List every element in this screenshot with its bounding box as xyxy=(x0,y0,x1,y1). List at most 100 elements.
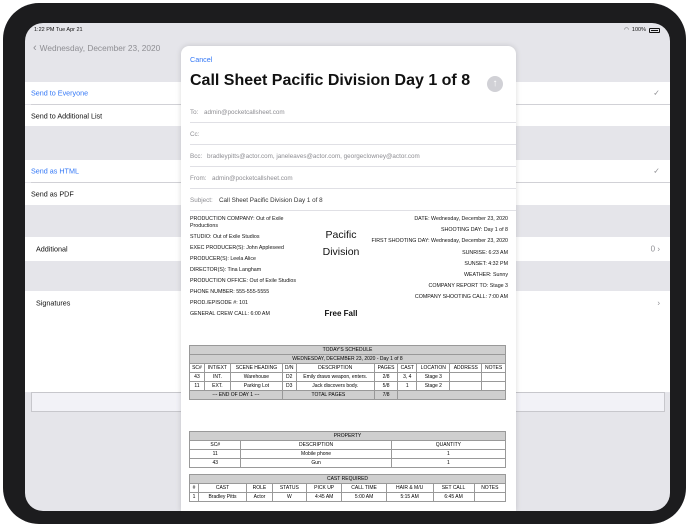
cell: Jack discovers body. xyxy=(295,381,375,391)
subject-field[interactable]: Subject: Call Sheet Pacific Division Day… xyxy=(190,189,516,211)
checkmark-icon: ✓ xyxy=(653,166,660,176)
cell: D3 xyxy=(281,381,297,391)
screen: 1:22 PM Tue Apr 21 ◠ 100% ‹ Wednesday, D… xyxy=(25,23,670,511)
battery-percent: 100% xyxy=(631,27,646,33)
col-header: SC# xyxy=(189,363,205,373)
cast-title: CAST REQUIRED xyxy=(189,474,506,484)
table-row: 11 Mobile phone 1 xyxy=(188,449,507,459)
schedule-title: TODAY'S SCHEDULE xyxy=(189,345,506,355)
bcc-value: bradleypitts@actor.com, janeleaves@actor… xyxy=(207,153,420,160)
send-as-pdf-label: Send as PDF xyxy=(31,189,74,199)
subject-value: Call Sheet Pacific Division Day 1 of 8 xyxy=(219,197,323,204)
col-header: DESCRIPTION xyxy=(240,440,392,450)
status-right: ◠ 100% xyxy=(624,27,660,33)
col-header: SCENE HEADING xyxy=(229,363,283,373)
info-line: WEATHER: Sunny xyxy=(463,271,508,278)
cc-field[interactable]: Cc: xyxy=(190,123,516,145)
table-header: SC# INT/EXT SCENE HEADING D/N DESCRIPTIO… xyxy=(189,363,506,373)
table-header: # CAST ROLE STATUS PICK UP CALL TIME HAI… xyxy=(189,483,507,493)
compose-title: Call Sheet Pacific Division Day 1 of 8 xyxy=(190,72,471,89)
info-line: GENERAL CREW CALL: 6:00 AM xyxy=(190,310,270,317)
col-header: SC# xyxy=(188,440,242,450)
cell: 43 xyxy=(189,372,205,382)
cell: Gun xyxy=(240,458,392,468)
info-line: FIRST SHOOTING DAY: Wednesday, December … xyxy=(371,238,509,245)
cc-label: Cc: xyxy=(190,131,200,138)
cell: W xyxy=(271,492,307,502)
subject-label: Subject: xyxy=(190,197,213,204)
send-as-html-label: Send as HTML xyxy=(31,166,79,176)
arrow-up-icon: ↑ xyxy=(492,78,498,89)
chevron-right-icon: › xyxy=(657,244,660,254)
cell: Actor xyxy=(246,492,273,502)
cell: 5/8 xyxy=(373,381,399,391)
from-label: From: xyxy=(190,175,207,182)
battery-icon xyxy=(649,27,660,33)
cell xyxy=(481,381,506,391)
call-sheet-title: Pacific Division xyxy=(310,227,372,261)
send-button[interactable]: ↑ xyxy=(487,76,503,92)
cancel-button[interactable]: Cancel xyxy=(190,55,212,64)
cell: 5:00 AM xyxy=(341,492,387,502)
col-header: INT/EXT xyxy=(203,363,231,373)
cell xyxy=(449,372,483,382)
cell: 6:45 AM xyxy=(432,492,475,502)
info-line: PRODUCTION OFFICE: Out of Exile Studios xyxy=(190,277,296,284)
col-header: SET CALL xyxy=(432,483,475,493)
from-field[interactable]: From: admin@pocketcallsheet.com xyxy=(190,167,516,189)
cell: Parking Lot xyxy=(229,381,283,391)
chevron-left-icon: ‹ xyxy=(33,42,37,54)
col-header: NOTES xyxy=(481,363,506,373)
info-line: PROD./EPISODE #: 101 xyxy=(190,299,248,306)
cell: D2 xyxy=(281,372,297,382)
cell: 3, 4 xyxy=(397,372,418,382)
col-header: STATUS xyxy=(271,483,307,493)
info-line: SHOOTING DAY: Day 1 of 8 xyxy=(440,227,508,234)
table-row: 1 Bradley Pitts Actor W 4:45 AM 5:00 AM … xyxy=(189,492,507,502)
col-header: D/N xyxy=(281,363,297,373)
additional-count: 0 xyxy=(650,244,656,254)
info-line: STUDIO: Out of Exile Studios xyxy=(190,233,260,240)
title-line-1: Pacific xyxy=(325,229,357,241)
cast-table: CAST REQUIRED # CAST ROLE STATUS PICK UP… xyxy=(189,474,507,502)
cell: Warehouse xyxy=(229,372,283,382)
property-table: PROPERTY SC# DESCRIPTION QUANTITY 11 Mob… xyxy=(188,431,507,468)
col-header: PAGES xyxy=(373,363,399,373)
col-header: ROLE xyxy=(246,483,273,493)
col-header: CALL TIME xyxy=(341,483,387,493)
to-label: To: xyxy=(190,109,199,116)
back-label: Wednesday, December 23, 2020 xyxy=(39,43,161,53)
table-row: 11 EXT. Parking Lot D3 Jack discovers bo… xyxy=(189,381,506,391)
bcc-field[interactable]: Bcc: bradleypitts@actor.com, janeleaves@… xyxy=(190,145,516,167)
cell: Stage 3 xyxy=(416,372,451,382)
info-line: PRODUCTION COMPANY: Out of Exile Product… xyxy=(190,216,284,229)
cell: Mobile phone xyxy=(240,449,392,459)
info-line: PRODUCER(S): Leela Alice xyxy=(190,255,256,262)
col-header: PICK UP xyxy=(305,483,343,493)
col-header: DESCRIPTION xyxy=(295,363,375,373)
cell: 4:45 AM xyxy=(305,492,343,502)
schedule-table: TODAY'S SCHEDULE WEDNESDAY, DECEMBER 23,… xyxy=(189,345,506,400)
table-row: 43 Gun 1 xyxy=(188,458,507,468)
col-header: ADDRESS xyxy=(449,363,483,373)
cell: 11 xyxy=(189,381,205,391)
cell xyxy=(397,390,506,400)
info-line: SUNRISE: 6:23 AM xyxy=(462,249,508,256)
cell: Emily draws weapon, enters. xyxy=(295,372,375,382)
cell: 1 xyxy=(189,492,199,502)
episode-title: Free Fall xyxy=(324,309,358,318)
col-header: CAST xyxy=(197,483,248,493)
to-field[interactable]: To: admin@pocketcallsheet.com xyxy=(190,101,516,123)
total-pages-label: TOTAL PAGES xyxy=(281,390,375,400)
back-button[interactable]: ‹ Wednesday, December 23, 2020 xyxy=(33,42,161,54)
call-sheet-right-info: DATE: Wednesday, December 23, 2020 SHOOT… xyxy=(366,216,509,306)
table-row: --- END OF DAY 1 --- TOTAL PAGES 7/8 xyxy=(189,390,506,400)
cell xyxy=(473,492,507,502)
cell xyxy=(449,381,483,391)
cell: 5:15 AM xyxy=(385,492,434,502)
status-bar: 1:22 PM Tue Apr 21 ◠ 100% xyxy=(25,23,670,37)
bcc-label: Bcc: xyxy=(190,153,203,160)
send-to-additional-label: Send to Additional List xyxy=(31,111,103,120)
col-header: CAST xyxy=(397,363,418,373)
status-time: 1:22 PM Tue Apr 21 xyxy=(34,27,83,33)
